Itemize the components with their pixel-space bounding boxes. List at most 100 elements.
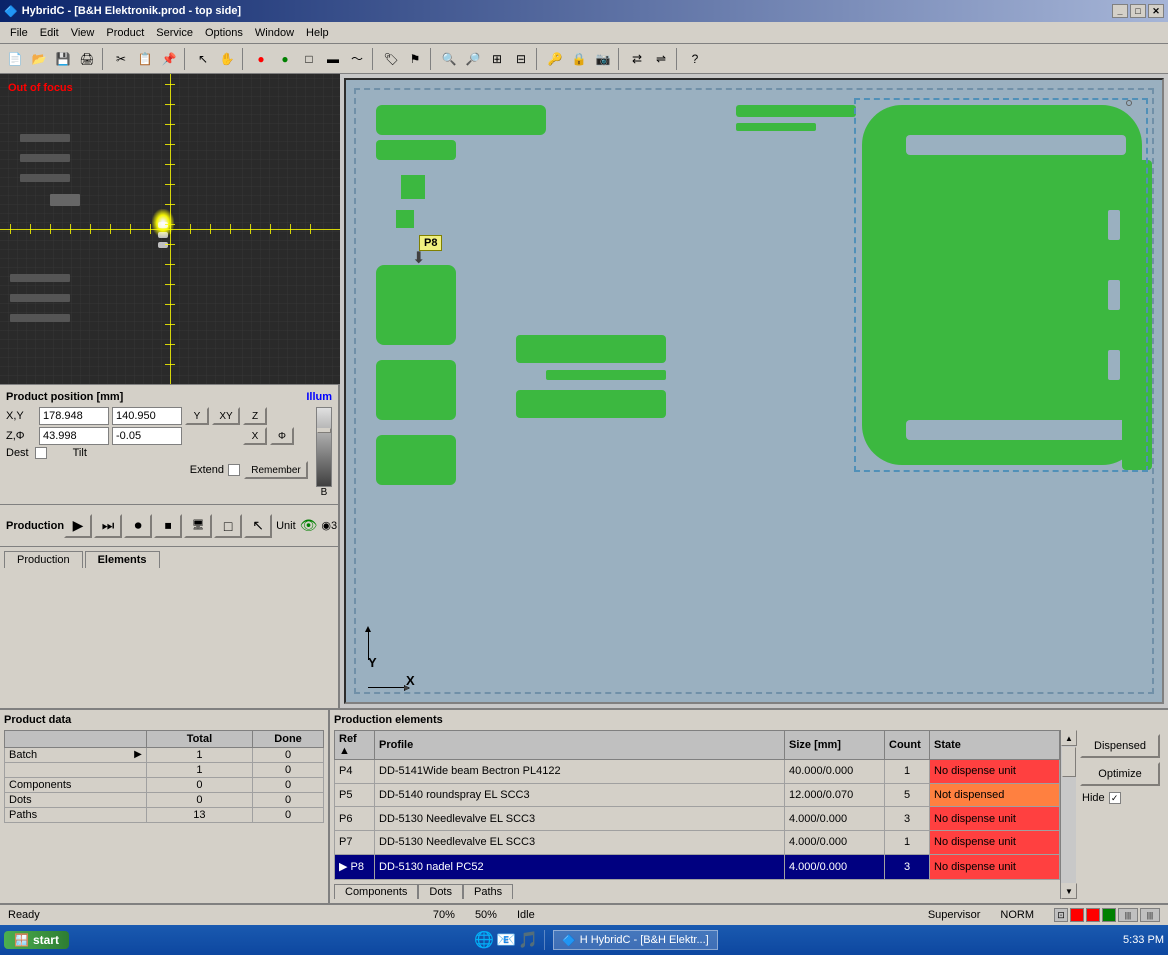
toolbar-cursor[interactable]: ↖ xyxy=(192,48,214,70)
pcb-canvas: ⬇ P8 xyxy=(344,78,1164,704)
row2-done: 0 xyxy=(253,763,324,778)
prod-counter: ◉3 xyxy=(321,519,337,532)
prod-skip[interactable]: ⏭ xyxy=(94,514,122,538)
menu-edit[interactable]: Edit xyxy=(34,25,65,41)
toolbar-cut[interactable]: ✂ xyxy=(110,48,132,70)
dispensed-button[interactable]: Dispensed xyxy=(1080,734,1160,758)
title-bar-buttons[interactable]: _ □ ✕ xyxy=(1112,4,1164,18)
scroll-up-btn[interactable]: ▲ xyxy=(1061,730,1077,746)
btn-y[interactable]: Y xyxy=(185,407,209,425)
taskbar-ie-icon[interactable]: 🌐 xyxy=(474,930,494,950)
tab-dots[interactable]: Dots xyxy=(418,884,463,899)
taskbar-email-icon[interactable]: 📧 xyxy=(496,930,516,950)
prod-stop[interactable]: ⏹ xyxy=(154,514,182,538)
red-indicator2 xyxy=(1086,908,1100,922)
menu-file[interactable]: File xyxy=(4,25,34,41)
menu-options[interactable]: Options xyxy=(199,25,249,41)
toolbar-connect[interactable]: ⇄ xyxy=(626,48,648,70)
btn-phi[interactable]: Φ xyxy=(270,427,294,445)
toolbar-zoom[interactable]: 🔍 xyxy=(438,48,460,70)
toolbar-copy[interactable]: 📋 xyxy=(134,48,156,70)
btn-x[interactable]: X xyxy=(243,427,267,445)
taskbar-programs: 🌐 📧 🎵 🔷 H HybridC - [B&H Elektr...] xyxy=(474,930,717,950)
extend-label: Extend xyxy=(190,464,224,476)
col-ref[interactable]: Ref ▲ xyxy=(335,731,375,760)
minimize-button[interactable]: _ xyxy=(1112,4,1128,18)
toolbar-rect2[interactable]: ▬ xyxy=(322,48,344,70)
table-row[interactable]: P5 DD-5140 roundspray EL SCC3 12.000/0.0… xyxy=(335,783,1060,807)
toolbar-connect2[interactable]: ⇌ xyxy=(650,48,672,70)
bottom-panel: Product data Total Done Batch ▶ 1 0 xyxy=(0,708,1168,903)
menu-product[interactable]: Product xyxy=(100,25,150,41)
menu-view[interactable]: View xyxy=(65,25,101,41)
toolbar-green-dot[interactable]: ● xyxy=(274,48,296,70)
optimize-button[interactable]: Optimize xyxy=(1080,762,1160,786)
col-state[interactable]: State xyxy=(930,731,1060,760)
close-button[interactable]: ✕ xyxy=(1148,4,1164,18)
toolbar-camera[interactable]: 📷 xyxy=(592,48,614,70)
toolbar-sep7 xyxy=(618,48,622,70)
remember-button[interactable]: Remember xyxy=(244,461,308,479)
toolbar-lock[interactable]: 🔒 xyxy=(568,48,590,70)
toolbar-grid2[interactable]: ⊟ xyxy=(510,48,532,70)
hide-checkbox[interactable]: ✓ xyxy=(1109,792,1121,804)
menu-window[interactable]: Window xyxy=(249,25,300,41)
table-row[interactable]: P6 DD-5130 Needlevalve EL SCC3 4.000/0.0… xyxy=(335,807,1060,831)
ref-p8: ▶ P8 xyxy=(335,854,375,879)
extend-checkbox[interactable] xyxy=(228,464,240,476)
prod-screen[interactable]: 🖥 xyxy=(184,514,212,538)
tab-paths[interactable]: Paths xyxy=(463,884,513,899)
scroll-thumb[interactable] xyxy=(1062,747,1076,777)
col-size[interactable]: Size [mm] xyxy=(785,731,885,760)
table-row[interactable]: ▶ P8 DD-5130 nadel PC52 4.000/0.000 3 No… xyxy=(335,854,1060,879)
prod-cursor[interactable]: ↖ xyxy=(244,514,272,538)
taskbar-media-icon[interactable]: 🎵 xyxy=(518,930,538,950)
phi-value-input[interactable] xyxy=(112,427,182,445)
dest-checkbox[interactable] xyxy=(35,447,47,459)
prod-play[interactable]: ▶ xyxy=(64,514,92,538)
illum-slider[interactable] xyxy=(316,407,332,487)
toolbar-zoom2[interactable]: 🔎 xyxy=(462,48,484,70)
btn-xy[interactable]: XY xyxy=(212,407,240,425)
elements-scrollbar[interactable]: ▲ ▼ xyxy=(1060,730,1076,899)
count-p8: 3 xyxy=(885,854,930,879)
scroll-down-btn[interactable]: ▼ xyxy=(1061,883,1077,899)
toolbar-open[interactable]: 📂 xyxy=(28,48,50,70)
x-value-input[interactable] xyxy=(39,407,109,425)
z-value-input[interactable] xyxy=(39,427,109,445)
y-value-input[interactable] xyxy=(112,407,182,425)
taskbar-hybridc-btn[interactable]: 🔷 H HybridC - [B&H Elektr...] xyxy=(553,930,718,950)
start-button[interactable]: 🪟 start xyxy=(4,931,69,949)
toolbar-new[interactable]: 📄 xyxy=(4,48,26,70)
toolbar-flag[interactable]: ⚑ xyxy=(404,48,426,70)
toolbar-save[interactable]: 💾 xyxy=(52,48,74,70)
tab-components[interactable]: Components xyxy=(334,884,418,899)
toolbar-grid[interactable]: ⊞ xyxy=(486,48,508,70)
toolbar-help[interactable]: ? xyxy=(684,48,706,70)
menu-service[interactable]: Service xyxy=(150,25,199,41)
btn-z[interactable]: Z xyxy=(243,407,267,425)
prod-record[interactable]: ⏺ xyxy=(124,514,152,538)
zphi-label: Z,Φ xyxy=(6,430,36,442)
tab-elements[interactable]: Elements xyxy=(85,551,160,568)
toolbar-tag[interactable]: 🏷 xyxy=(380,48,402,70)
toolbar-rect[interactable]: □ xyxy=(298,48,320,70)
table-row[interactable]: P4 DD-5141Wide beam Bectron PL4122 40.00… xyxy=(335,760,1060,784)
toolbar-sep2 xyxy=(184,48,188,70)
xy-label: X,Y xyxy=(6,410,36,422)
menu-help[interactable]: Help xyxy=(300,25,335,41)
toolbar-print[interactable]: 🖨 xyxy=(76,48,98,70)
table-row[interactable]: P7 DD-5130 Needlevalve EL SCC3 4.000/0.0… xyxy=(335,831,1060,855)
toolbar-key[interactable]: 🔑 xyxy=(544,48,566,70)
eye-indicator: 👁 xyxy=(300,517,318,534)
maximize-button[interactable]: □ xyxy=(1130,4,1146,18)
toolbar-wave[interactable]: 〜 xyxy=(346,48,368,70)
tab-production[interactable]: Production xyxy=(4,551,83,568)
toolbar-red-dot[interactable]: ● xyxy=(250,48,272,70)
col-profile[interactable]: Profile xyxy=(375,731,785,760)
toolbar-paste[interactable]: 📌 xyxy=(158,48,180,70)
toolbar-hand[interactable]: ✋ xyxy=(216,48,238,70)
col-count[interactable]: Count xyxy=(885,731,930,760)
prod-rect[interactable]: □ xyxy=(214,514,242,538)
batch-arrow[interactable]: ▶ xyxy=(134,749,142,760)
